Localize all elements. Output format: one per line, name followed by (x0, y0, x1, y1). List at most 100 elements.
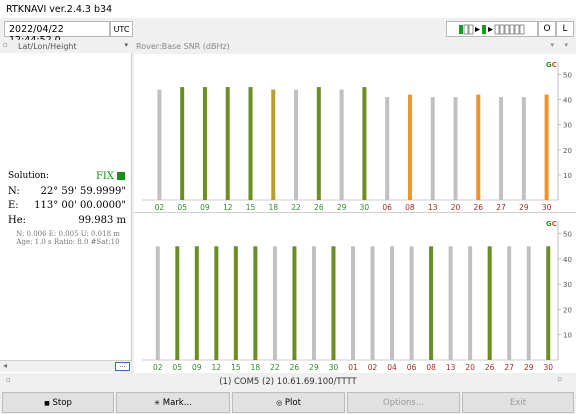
plot-type-selector[interactable]: Rover:Base SNR (dBHz) ▾ ▾ (134, 40, 576, 53)
dropdown-arrow-icon: ▾ (550, 41, 554, 49)
options-button[interactable]: Options... (347, 392, 460, 413)
snr-bar (385, 97, 390, 200)
utc-button[interactable]: UTC (110, 21, 133, 37)
satellite-label: 12 (212, 363, 222, 372)
snr-bar (214, 246, 219, 360)
y-tick-label: 40 (563, 256, 572, 264)
stop-label: Stop (52, 398, 72, 408)
latitude-row: N: 22° 59' 59.9999" (8, 186, 126, 197)
satellite-label: 18 (251, 363, 261, 372)
satellite-label: 02 (155, 203, 165, 212)
y-tick-label: 40 (563, 97, 572, 105)
dropdown-arrow-icon: ▾ (564, 41, 568, 49)
y-tick-label: 30 (563, 122, 572, 130)
left-scroll-area: ◂ ... (0, 360, 132, 372)
satellite-label: 26 (485, 363, 495, 372)
stop-button[interactable]: ■ Stop (2, 392, 114, 413)
snr-bar (292, 246, 297, 360)
snr-bar (430, 97, 435, 200)
satellite-label: 02 (368, 363, 378, 372)
snr-bar (271, 89, 276, 200)
log-label: L (562, 24, 568, 34)
exit-label: Exit (509, 398, 527, 408)
satellite-label: 06 (407, 363, 417, 372)
scroll-left-icon[interactable]: ◂ (3, 361, 7, 370)
satellite-label: 13 (428, 203, 438, 212)
snr-bar (544, 94, 549, 200)
output-label: O (543, 24, 551, 34)
dropdown-arrow-icon: ▾ (124, 41, 128, 49)
plot-button[interactable]: ◎ Plot (232, 392, 345, 413)
snr-bar (225, 87, 230, 200)
solution-format-selector[interactable]: ▫ Lat/Lon/Height ▾ (0, 40, 132, 53)
utc-label: UTC (113, 25, 130, 34)
satellite-label: 01 (348, 363, 358, 372)
satellite-label: 02 (153, 363, 163, 372)
satellite-label: 30 (542, 203, 552, 212)
satellite-label: 22 (291, 203, 301, 212)
satellite-label: 12 (223, 203, 233, 212)
satellite-label: 29 (519, 203, 529, 212)
y-tick-label: 10 (563, 332, 572, 340)
snr-bar (526, 246, 531, 360)
base-snr-plot: 10 20 30 40 50 GC 02 05 09 12 15 18 22 26 29 30 01 02 04 06… (134, 212, 576, 373)
satellite-label: 27 (496, 203, 506, 212)
mark-icon: ✳ (154, 399, 161, 407)
base-snr-chart: 10 20 30 40 50 GC 02 05 09 12 15 18 22 26 29 30 01 02 04 06… (142, 220, 572, 372)
snr-bar (339, 89, 344, 200)
plot-icon: ◎ (276, 399, 283, 407)
snr-bar (409, 246, 414, 360)
snr-bar (407, 94, 412, 200)
satellite-label: 05 (173, 363, 183, 372)
output-button[interactable]: O (538, 21, 556, 37)
snr-bar (311, 246, 316, 360)
snr-bar (294, 89, 299, 200)
y-tick-label: 20 (563, 147, 572, 155)
longitude-label: E: (8, 200, 19, 211)
snr-bar (370, 246, 375, 360)
rover-snr-chart: 10 20 30 40 50 GC 02 05 09 12 15 18 22 26 29 30 06 08 13 20… (142, 61, 572, 212)
stream-status-indicator (446, 21, 538, 37)
snr-bar (507, 246, 512, 360)
more-button[interactable]: ... (115, 362, 130, 371)
snr-bar (194, 246, 199, 360)
satellite-label: 26 (314, 203, 324, 212)
stream-status-bar: ▫ (1) COM5 (2) 10.61.69.100/TTTT ▫ (0, 373, 576, 390)
snr-bar (351, 246, 355, 360)
time-display: 2022/04/22 12:44:52.0 (4, 21, 110, 46)
satellite-label: 05 (177, 203, 187, 212)
satellite-label: 30 (543, 363, 553, 372)
exit-button[interactable]: Exit (462, 392, 574, 413)
latitude-label: N: (8, 186, 20, 197)
snr-bar (487, 246, 492, 360)
stream-status-icon (459, 24, 525, 35)
title-bar: RTKNAVI ver.2.4.3 b34 (0, 0, 576, 18)
mark-button[interactable]: ✳ Mark... (116, 392, 230, 413)
height-value: 99.983 m (78, 215, 126, 226)
fix-indicator-icon (117, 172, 125, 180)
window-title: RTKNAVI ver.2.4.3 b34 (6, 4, 113, 15)
small-square-icon: ▫ (3, 41, 8, 49)
satellite-label: 29 (309, 363, 319, 372)
plot-label: Plot (284, 398, 301, 408)
satellite-label: 15 (246, 203, 256, 212)
satellite-label: 26 (290, 363, 300, 372)
satellite-label: 30 (329, 363, 339, 372)
snr-bar (429, 246, 434, 360)
snr-bar (546, 246, 551, 360)
log-button[interactable]: L (556, 21, 574, 37)
y-tick-label: 50 (563, 72, 572, 80)
height-row: He: 99.983 m (8, 215, 126, 226)
snr-bar (448, 246, 453, 360)
snr-bar (202, 87, 207, 200)
satellite-label: 08 (405, 203, 415, 212)
satellite-label: 22 (270, 363, 280, 372)
satellite-label: 08 (426, 363, 436, 372)
solution-format-label: Lat/Lon/Height (18, 42, 77, 51)
satellite-label: 29 (337, 203, 347, 212)
solution-status: FIX (95, 171, 114, 182)
age-ratio-stats: Age: 1.0 s Ratio: 8.0 #Sat:10 (16, 238, 120, 246)
satellite-label: 29 (524, 363, 534, 372)
satellite-label: 30 (360, 203, 370, 212)
constellation-legend: GC (546, 61, 557, 69)
